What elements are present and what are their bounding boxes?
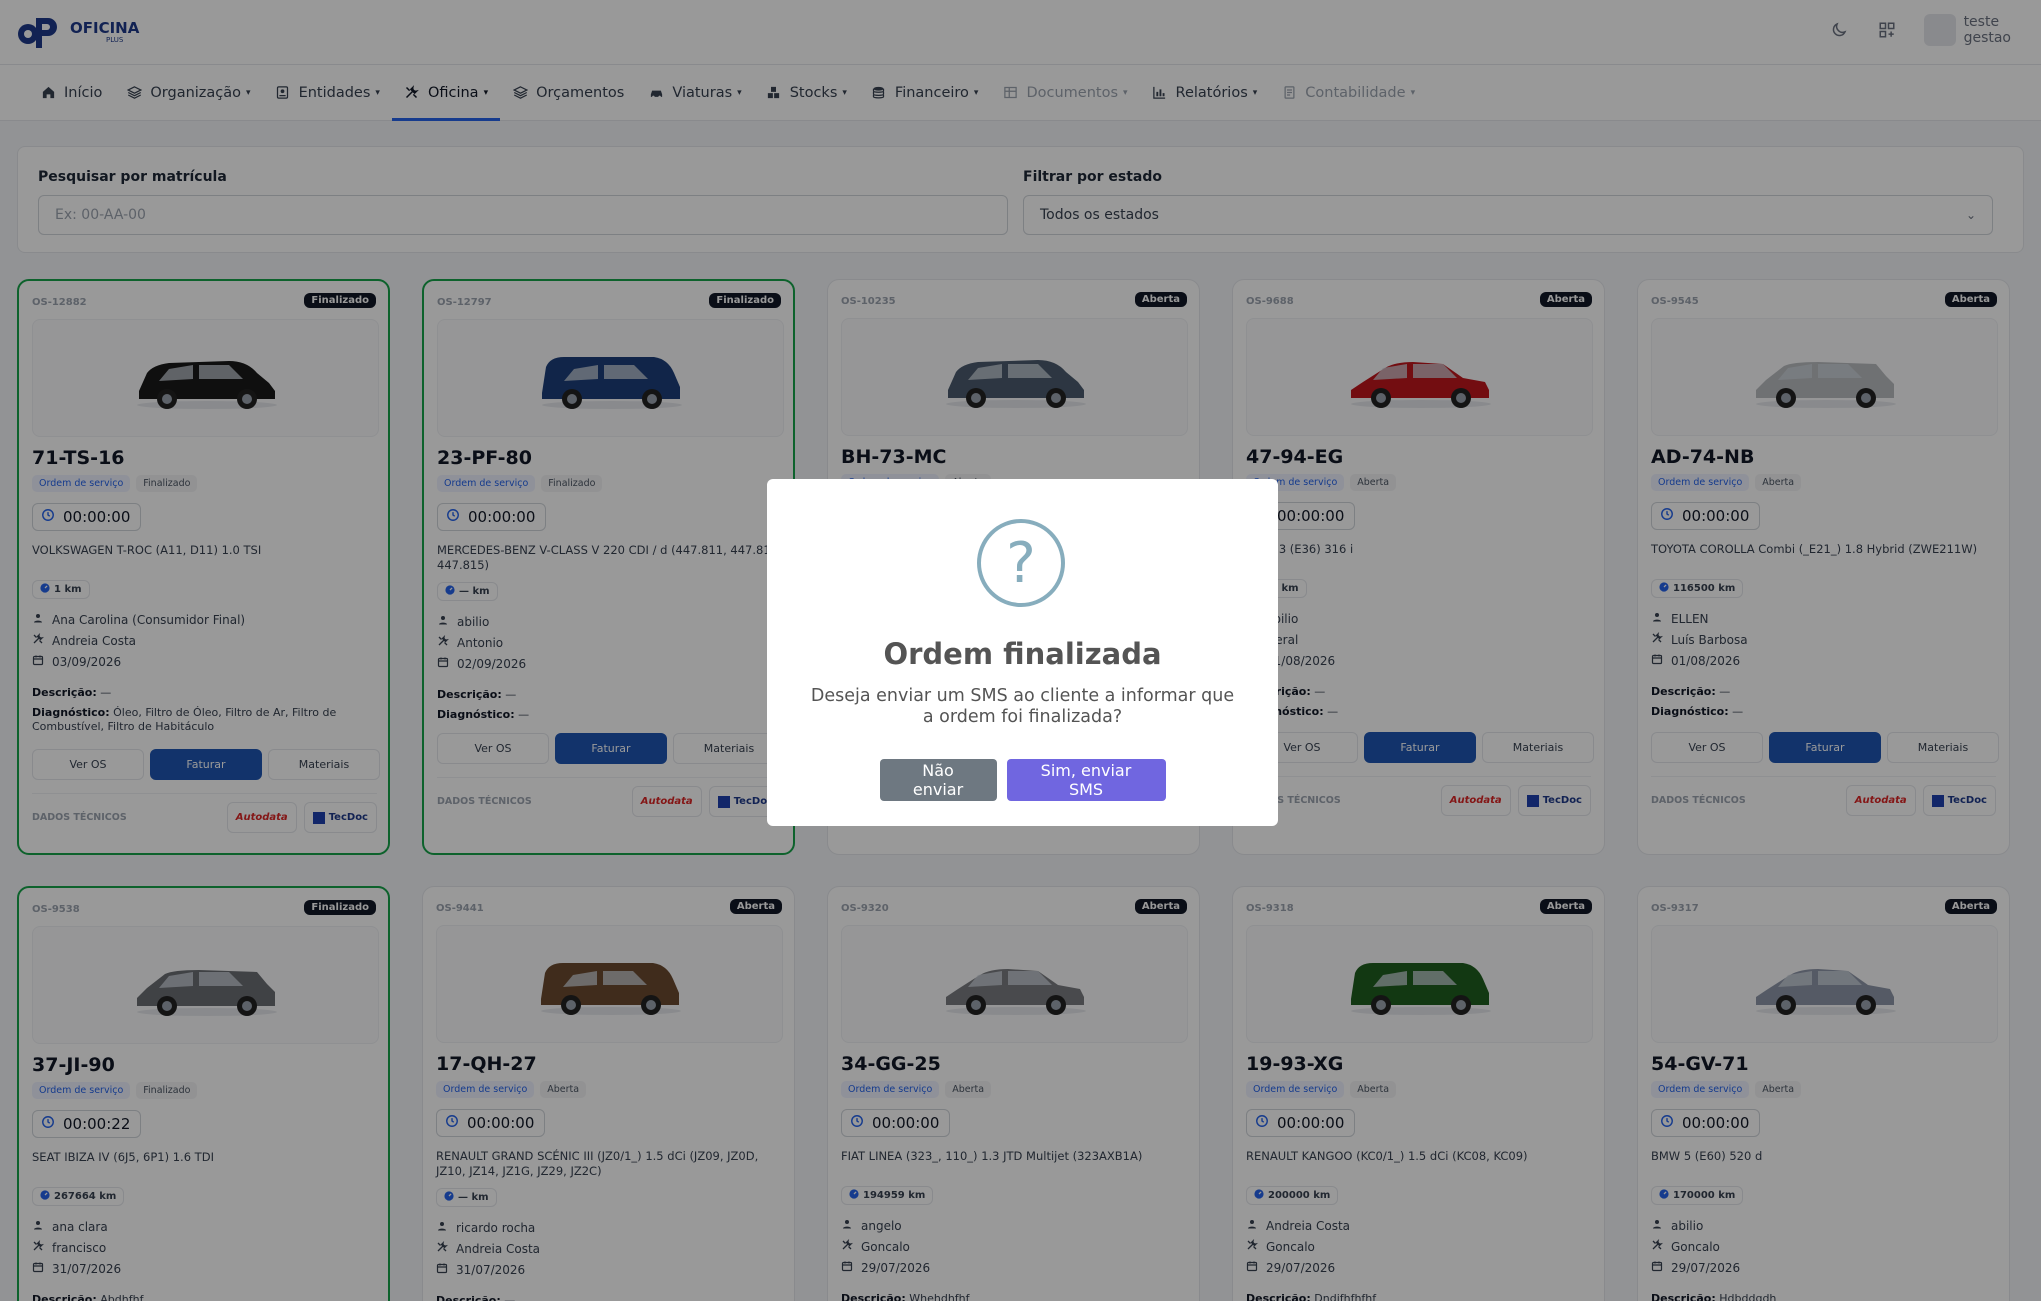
question-icon: ? bbox=[977, 519, 1065, 607]
sms-confirm-dialog: ? Ordem finalizada Deseja enviar um SMS … bbox=[767, 479, 1278, 826]
dont-send-button[interactable]: Não enviar bbox=[879, 759, 997, 801]
dialog-text: Deseja enviar um SMS ao cliente a inform… bbox=[810, 686, 1235, 727]
dialog-title: Ordem finalizada bbox=[883, 637, 1162, 671]
send-sms-button[interactable]: Sim, enviar SMS bbox=[1006, 759, 1166, 801]
